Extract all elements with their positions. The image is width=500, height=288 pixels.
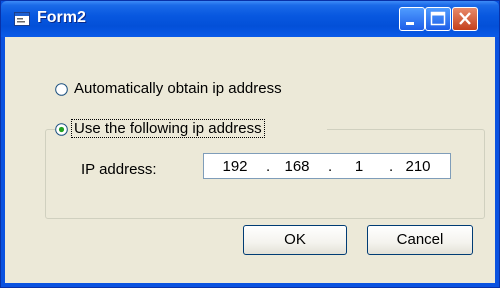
ip-address-label: IP address:: [81, 161, 157, 178]
radio-manual-ip[interactable]: [55, 123, 68, 136]
cancel-button[interactable]: Cancel: [367, 225, 473, 255]
radio-unchecked-icon: [55, 83, 68, 96]
ip-address-field[interactable]: 192 . 168 . 1 . 210: [203, 153, 451, 179]
maximize-icon: [430, 11, 446, 26]
radio-auto-ip[interactable]: [55, 83, 68, 96]
minimize-button[interactable]: [399, 7, 425, 31]
close-icon: [459, 12, 471, 25]
radio-manual-ip-label[interactable]: Use the following ip address: [71, 119, 265, 138]
maximize-button[interactable]: [425, 7, 451, 31]
radio-checked-icon: [55, 123, 68, 136]
title-bar[interactable]: Form2: [1, 1, 499, 37]
ip-octet-4[interactable]: 210: [397, 158, 439, 175]
close-button[interactable]: [452, 7, 478, 31]
ok-button[interactable]: OK: [243, 225, 347, 255]
ip-separator: .: [389, 158, 394, 175]
ip-octet-2[interactable]: 168: [276, 158, 318, 175]
radio-auto-ip-label[interactable]: Automatically obtain ip address: [74, 80, 282, 97]
window-title: Form2: [37, 9, 86, 26]
ip-octet-1[interactable]: 192: [214, 158, 256, 175]
form-window: Form2 Automatically obtain ip address Us…: [0, 0, 500, 288]
form-client-area: Automatically obtain ip address Use the …: [5, 37, 495, 283]
ip-octet-3[interactable]: 1: [338, 158, 380, 175]
ip-separator: .: [328, 158, 333, 175]
minimize-icon: [406, 22, 414, 25]
form-app-icon: [14, 12, 30, 26]
ip-separator: .: [266, 158, 271, 175]
